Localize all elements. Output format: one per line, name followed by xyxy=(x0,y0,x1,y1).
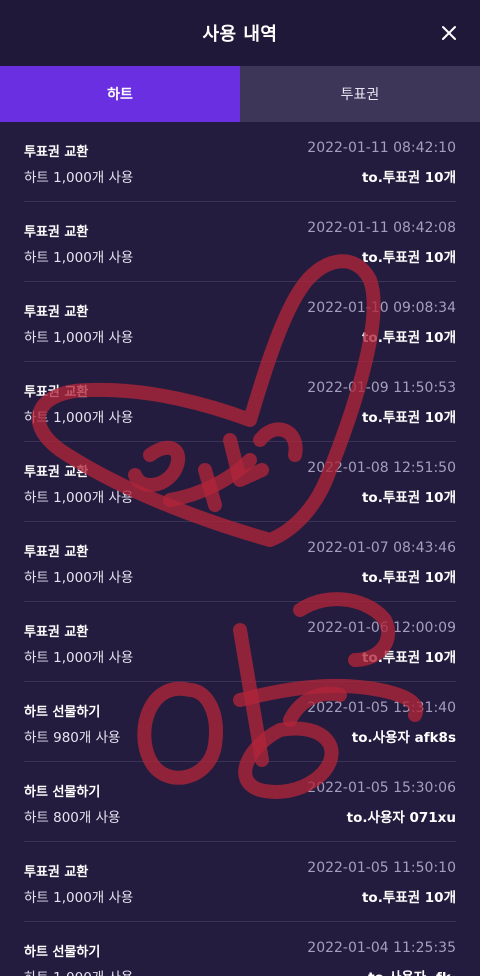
item-target: to.투표권 10개 xyxy=(361,170,456,186)
item-date: 2022-01-05 11:50:10 xyxy=(307,860,456,876)
item-target: to.사용자 ·fk· xyxy=(368,966,456,976)
item-title: 하트 선물하기 xyxy=(24,785,101,800)
item-date: 2022-01-05 15:31:40 xyxy=(307,700,456,716)
list-item[interactable]: 투표권 교환 2022-01-06 12:00:09 하트 1,000개 사용 … xyxy=(24,602,456,682)
usage-history-screen: 사용 내역 하트 투표권 투표권 교환 2022-01-11 08:42:10 … xyxy=(0,0,480,976)
item-usage: 하트 1,000개 사용 xyxy=(24,250,134,266)
item-usage: 하트 1,000개 사용 xyxy=(24,170,134,186)
item-target: to.투표권 10개 xyxy=(361,410,456,426)
item-target: to.투표권 10개 xyxy=(361,570,456,586)
item-usage: 하트 1,000개 사용 xyxy=(24,490,134,506)
item-title: 하트 선물하기 xyxy=(24,945,101,960)
history-list: 투표권 교환 2022-01-11 08:42:10 하트 1,000개 사용 … xyxy=(0,122,480,976)
item-usage: 하트 1,000개 사용 xyxy=(24,570,134,586)
list-item[interactable]: 하트 선물하기 2022-01-04 11:25:35 하트 1,000개 사용… xyxy=(24,922,456,976)
page-title: 사용 내역 xyxy=(202,24,278,45)
item-target: to.투표권 10개 xyxy=(361,490,456,506)
item-date: 2022-01-11 08:42:08 xyxy=(307,220,456,236)
item-date: 2022-01-08 12:51:50 xyxy=(307,460,456,476)
list-item[interactable]: 하트 선물하기 2022-01-05 15:30:06 하트 800개 사용 t… xyxy=(24,762,456,842)
item-target: to.투표권 10개 xyxy=(361,890,456,906)
list-item[interactable]: 투표권 교환 2022-01-07 08:43:46 하트 1,000개 사용 … xyxy=(24,522,456,602)
item-title: 투표권 교환 xyxy=(24,385,89,400)
item-date: 2022-01-07 08:43:46 xyxy=(307,540,456,556)
item-target: to.투표권 10개 xyxy=(361,650,456,666)
item-date: 2022-01-09 11:50:53 xyxy=(307,380,456,396)
list-item[interactable]: 투표권 교환 2022-01-10 09:08:34 하트 1,000개 사용 … xyxy=(24,282,456,362)
item-date: 2022-01-10 09:08:34 xyxy=(307,300,456,316)
item-usage: 하트 800개 사용 xyxy=(24,810,121,826)
item-date: 2022-01-11 08:42:10 xyxy=(307,140,456,156)
close-icon xyxy=(442,26,456,40)
item-target: to.투표권 10개 xyxy=(361,330,456,346)
item-title: 투표권 교환 xyxy=(24,545,89,560)
item-usage: 하트 1,000개 사용 xyxy=(24,410,134,426)
list-item[interactable]: 투표권 교환 2022-01-11 08:42:10 하트 1,000개 사용 … xyxy=(24,122,456,202)
item-target: to.투표권 10개 xyxy=(361,250,456,266)
close-button[interactable] xyxy=(438,22,460,44)
list-item[interactable]: 투표권 교환 2022-01-05 11:50:10 하트 1,000개 사용 … xyxy=(24,842,456,922)
item-date: 2022-01-04 11:25:35 xyxy=(307,940,456,956)
item-date: 2022-01-05 15:30:06 xyxy=(307,780,456,796)
item-title: 투표권 교환 xyxy=(24,305,89,320)
tab-bar: 하트 투표권 xyxy=(0,66,480,122)
item-date: 2022-01-06 12:00:09 xyxy=(307,620,456,636)
item-title: 투표권 교환 xyxy=(24,225,89,240)
item-title: 하트 선물하기 xyxy=(24,705,101,720)
header: 사용 내역 xyxy=(0,0,480,66)
tab-vote-ticket[interactable]: 투표권 xyxy=(240,66,480,122)
item-usage: 하트 1,000개 사용 xyxy=(24,650,134,666)
item-title: 투표권 교환 xyxy=(24,465,89,480)
item-title: 투표권 교환 xyxy=(24,865,89,880)
item-usage: 하트 980개 사용 xyxy=(24,730,121,746)
item-usage: 하트 1,000개 사용 xyxy=(24,966,133,976)
tab-vote-ticket-label: 투표권 xyxy=(340,87,380,103)
list-item[interactable]: 투표권 교환 2022-01-11 08:42:08 하트 1,000개 사용 … xyxy=(24,202,456,282)
list-item[interactable]: 투표권 교환 2022-01-08 12:51:50 하트 1,000개 사용 … xyxy=(24,442,456,522)
list-item[interactable]: 하트 선물하기 2022-01-05 15:31:40 하트 980개 사용 t… xyxy=(24,682,456,762)
tab-heart[interactable]: 하트 xyxy=(0,66,240,122)
item-target: to.사용자 071xu xyxy=(346,810,456,826)
item-title: 투표권 교환 xyxy=(24,625,89,640)
item-target: to.사용자 afk8s xyxy=(351,730,456,746)
item-title: 투표권 교환 xyxy=(24,145,89,160)
tab-heart-label: 하트 xyxy=(107,87,133,103)
list-item[interactable]: 투표권 교환 2022-01-09 11:50:53 하트 1,000개 사용 … xyxy=(24,362,456,442)
item-usage: 하트 1,000개 사용 xyxy=(24,330,134,346)
item-usage: 하트 1,000개 사용 xyxy=(24,890,134,906)
